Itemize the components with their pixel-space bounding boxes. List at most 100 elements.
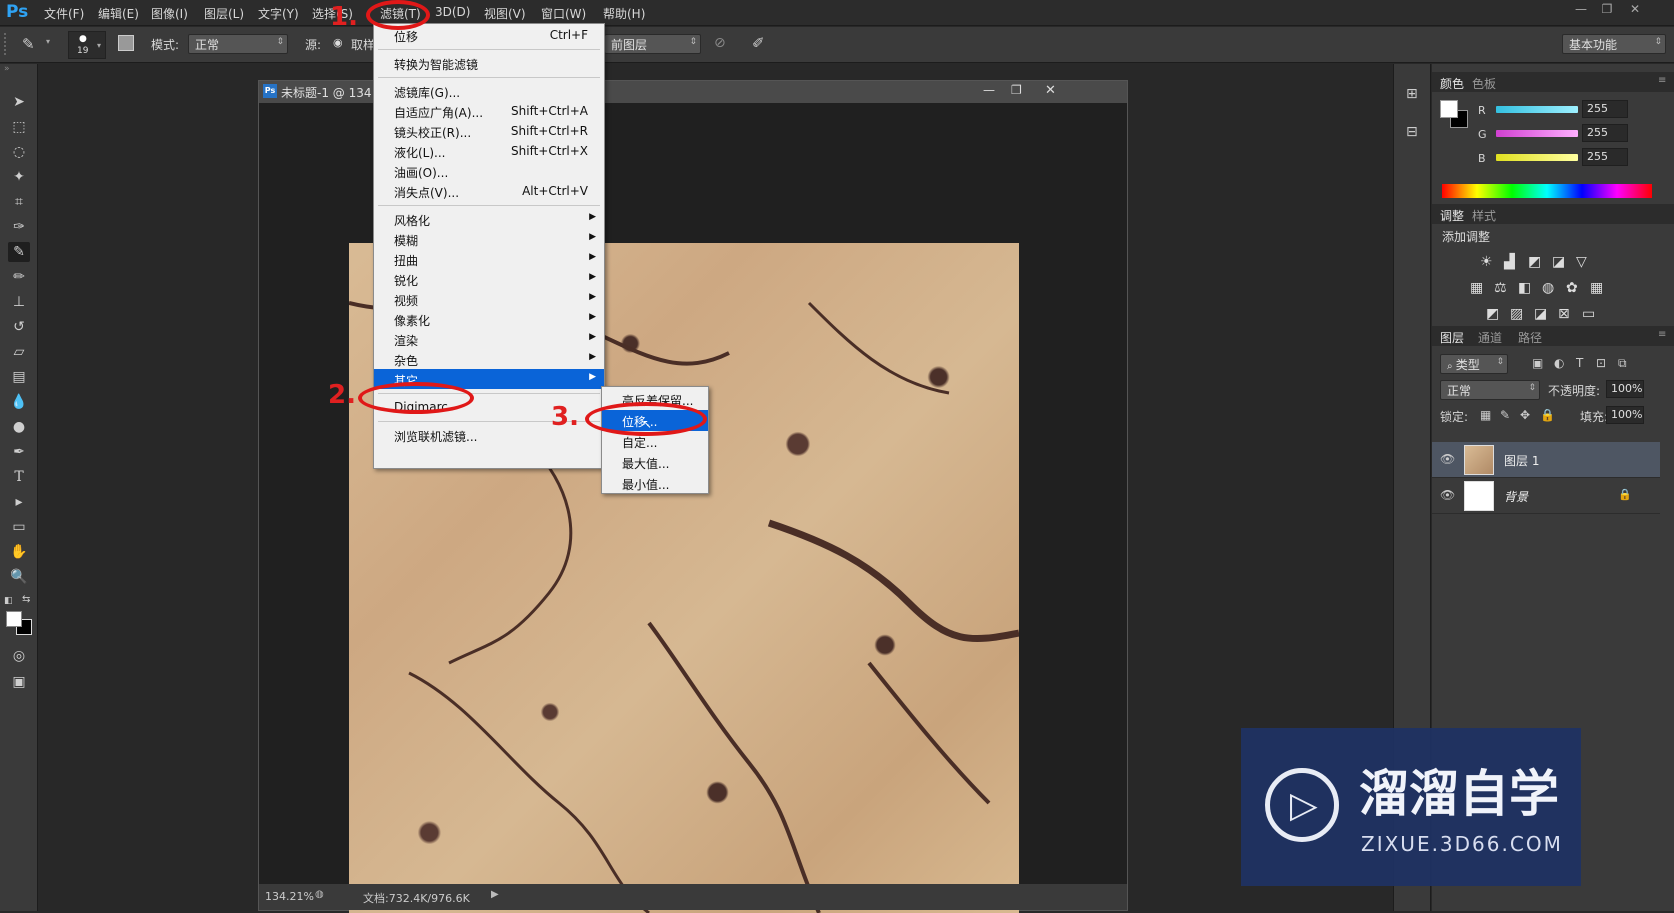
tab-paths[interactable]: 路径 [1518, 329, 1542, 346]
lock-all-icon[interactable]: 🔒 [1540, 408, 1555, 422]
menu-item-vanishing-point[interactable]: 消失点(V)... Alt+Ctrl+V [374, 181, 604, 201]
fill-value[interactable]: 100% [1606, 406, 1644, 424]
color-lookup-icon[interactable]: ▦ [1590, 280, 1603, 296]
layer-filter-select[interactable]: ⌕ 类型 [1440, 354, 1508, 374]
tab-color[interactable]: 颜色 [1440, 75, 1464, 92]
marquee-tool-icon[interactable]: ⬚ [8, 117, 30, 137]
dodge-tool-icon[interactable]: ● [8, 417, 30, 437]
lasso-tool-icon[interactable]: ◌ [8, 142, 30, 162]
menu-item-lens-correction[interactable]: 镜头校正(R)... Shift+Ctrl+R [374, 121, 604, 141]
minimize-icon[interactable]: — [1572, 2, 1590, 16]
menu-window[interactable]: 窗口(W) [541, 5, 586, 22]
panel-menu-icon[interactable]: ≡ [1658, 75, 1666, 86]
blur-tool-icon[interactable]: 💧 [8, 392, 30, 412]
tab-layers[interactable]: 图层 [1440, 329, 1464, 346]
channel-mixer-icon[interactable]: ✿ [1566, 280, 1578, 296]
menu-item-render[interactable]: 渲染 ▶ [374, 329, 604, 349]
rectangle-tool-icon[interactable]: ▭ [8, 517, 30, 537]
doc-maximize-icon[interactable]: ❐ [1011, 83, 1022, 97]
screen-mode-icon[interactable]: ▣ [8, 672, 30, 692]
source-sampled-radio[interactable]: ◉ [333, 36, 343, 49]
brush-tool-icon[interactable]: ✏ [8, 267, 30, 287]
healing-brush-icon[interactable]: ✎ [22, 35, 35, 53]
gradient-map-icon[interactable]: ▭ [1582, 306, 1595, 322]
brush-picker[interactable]: ● 19 ▾ [68, 31, 106, 59]
zoom-level[interactable]: 134.21% [265, 890, 314, 903]
exposure-icon[interactable]: ◪ [1552, 254, 1565, 270]
layer-name[interactable]: 背景 [1504, 488, 1528, 505]
menu-item-adaptive-wide[interactable]: 自适应广角(A)... Shift+Ctrl+A [374, 101, 604, 121]
menu-edit[interactable]: 编辑(E) [98, 5, 139, 22]
layer-row-selected[interactable]: 👁 图层 1 [1432, 442, 1660, 478]
tab-channels[interactable]: 通道 [1478, 329, 1502, 346]
workspace-select[interactable]: 基本功能 [1562, 34, 1666, 54]
menu-layer[interactable]: 图层(L) [204, 5, 244, 22]
move-tool-icon[interactable]: ➤ [8, 92, 30, 112]
channel-b-value[interactable]: 255 [1582, 148, 1628, 166]
menu-item-filter-gallery[interactable]: 滤镜库(G)... [374, 81, 604, 101]
curves-icon[interactable]: ◩ [1528, 254, 1541, 270]
type-tool-icon[interactable]: T [8, 467, 30, 487]
menu-type[interactable]: 文字(Y) [258, 5, 299, 22]
filter-adjust-icon[interactable]: ◐ [1554, 356, 1564, 370]
menu-item-pixelate[interactable]: 像素化 ▶ [374, 309, 604, 329]
hue-saturation-icon[interactable]: ▦ [1470, 280, 1483, 296]
channel-b-slider[interactable] [1496, 154, 1578, 161]
brush-panel-icon[interactable] [118, 35, 134, 51]
filter-pixel-icon[interactable]: ▣ [1532, 356, 1543, 370]
swap-colors-icon[interactable]: ⇆ [22, 594, 30, 605]
menu-item-liquify[interactable]: 液化(L)... Shift+Ctrl+X [374, 141, 604, 161]
menu-item-blur[interactable]: 模糊 ▶ [374, 229, 604, 249]
stamp-tool-icon[interactable]: ⊥ [8, 292, 30, 312]
filter-smart-icon[interactable]: ⧉ [1618, 356, 1627, 371]
status-menu-arrow-icon[interactable]: ▶ [491, 889, 499, 900]
drag-grip[interactable] [4, 33, 8, 55]
color-fg-swatch[interactable] [1440, 100, 1458, 118]
menu-item-video[interactable]: 视频 ▶ [374, 289, 604, 309]
hand-tool-icon[interactable]: ✋ [8, 542, 30, 562]
pen-tool-icon[interactable]: ✒ [8, 442, 30, 462]
menu-file[interactable]: 文件(F) [44, 5, 84, 22]
menu-help[interactable]: 帮助(H) [603, 5, 645, 22]
eyedropper-tool-icon[interactable]: ✑ [8, 217, 30, 237]
tab-adjustments[interactable]: 调整 [1440, 207, 1464, 224]
filter-type-icon[interactable]: T [1576, 356, 1583, 370]
selective-color-icon[interactable]: ⊠ [1558, 306, 1570, 322]
channel-r-value[interactable]: 255 [1582, 100, 1628, 118]
blend-mode-select[interactable]: 正常 [1440, 380, 1540, 400]
black-white-icon[interactable]: ◧ [1518, 280, 1531, 296]
panel-menu-icon[interactable]: ≡ [1658, 329, 1666, 340]
quick-select-tool-icon[interactable]: ✦ [8, 167, 30, 187]
channel-g-value[interactable]: 255 [1582, 124, 1628, 142]
status-icon[interactable]: ◍ [315, 889, 324, 900]
healing-brush-tool-icon[interactable]: ✎ [8, 242, 30, 262]
ignore-adjustment-icon[interactable]: ⊘ [714, 35, 726, 51]
menu-image[interactable]: 图像(I) [151, 5, 188, 22]
brightness-icon[interactable]: ☀ [1480, 254, 1493, 270]
crop-tool-icon[interactable]: ⌗ [8, 192, 30, 212]
menu-item-oil-paint[interactable]: 油画(O)... [374, 161, 604, 181]
menu-item-distort[interactable]: 扭曲 ▶ [374, 249, 604, 269]
menu-3d[interactable]: 3D(D) [435, 5, 470, 19]
lock-transparency-icon[interactable]: ▦ [1480, 408, 1491, 422]
photo-filter-icon[interactable]: ◍ [1542, 280, 1554, 296]
eye-icon[interactable]: 👁 [1440, 488, 1455, 502]
levels-icon[interactable]: ▟ [1504, 254, 1515, 270]
eye-icon[interactable]: 👁 [1440, 452, 1455, 466]
restore-icon[interactable]: ❐ [1598, 2, 1616, 16]
properties-panel-icon[interactable]: ⊟ [1406, 124, 1418, 140]
gradient-tool-icon[interactable]: ▤ [8, 367, 30, 387]
filter-shape-icon[interactable]: ⊡ [1596, 356, 1606, 370]
channel-g-slider[interactable] [1496, 130, 1578, 137]
doc-close-icon[interactable]: ✕ [1045, 83, 1056, 98]
layer-name[interactable]: 图层 1 [1504, 452, 1539, 469]
history-panel-icon[interactable]: ⊞ [1406, 86, 1418, 102]
lock-pixels-icon[interactable]: ✎ [1500, 408, 1510, 422]
menu-item-convert-smart[interactable]: 转换为智能滤镜 [374, 53, 604, 73]
submenu-item-maximum[interactable]: 最大值... [602, 452, 708, 473]
tab-swatches[interactable]: 色板 [1472, 75, 1496, 92]
chevron-down-icon[interactable]: ▾ [46, 37, 50, 46]
mode-select[interactable]: 正常 [188, 34, 288, 54]
quick-mask-icon[interactable]: ◎ [8, 646, 30, 666]
history-brush-tool-icon[interactable]: ↺ [8, 317, 30, 337]
